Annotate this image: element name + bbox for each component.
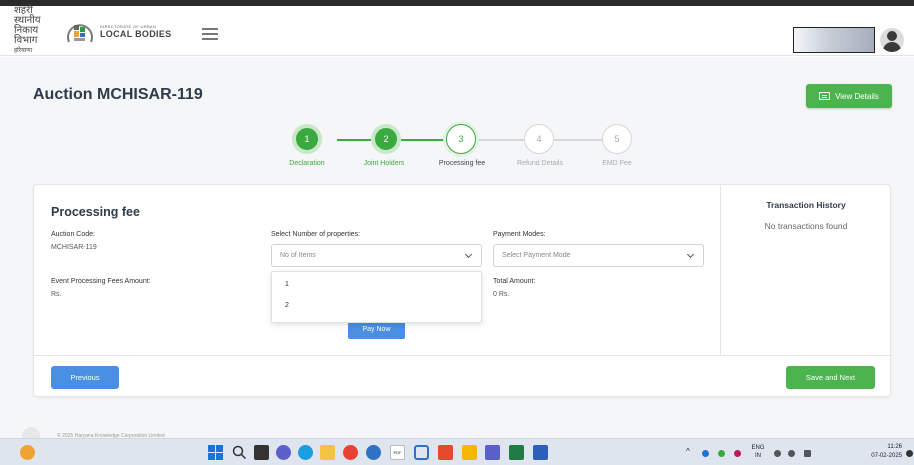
clock[interactable]: 11:26 07-02-2025 <box>858 443 902 461</box>
progress-stepper: 1 2 3 4 5 Declaration Joint Holders Proc… <box>0 124 914 174</box>
view-details-label: View Details <box>835 91 879 101</box>
step-5-label: EMD Fee <box>602 160 632 167</box>
app-tray-icon[interactable] <box>734 450 741 457</box>
step-4-circle[interactable]: 4 <box>524 124 554 154</box>
search-icon[interactable] <box>232 445 247 460</box>
step-2-circle[interactable]: 2 <box>371 124 401 154</box>
divider <box>720 185 721 355</box>
step-connector <box>337 139 371 141</box>
save-and-next-button[interactable]: Save and Next <box>786 366 875 389</box>
chevron-down-icon <box>686 250 695 259</box>
step-1-label: Declaration <box>289 160 325 167</box>
payment-modes-label: Payment Modes: <box>493 231 546 238</box>
view-details-button[interactable]: View Details <box>806 84 892 108</box>
task-view-icon[interactable] <box>254 445 269 460</box>
no-transactions-text: No transactions found <box>764 221 848 231</box>
logo-english-text: DIRECTORATE OF URBAN LOCAL BODIES <box>100 23 172 39</box>
main-content: Auction MCHISAR-119 View Details 1 2 3 4… <box>0 57 914 445</box>
step-2-label: Joint Holders <box>363 160 405 167</box>
battery-icon[interactable] <box>804 450 811 457</box>
chat-icon[interactable] <box>276 445 291 460</box>
app-icon[interactable] <box>438 445 453 460</box>
teams-icon[interactable] <box>485 445 500 460</box>
app-tray-icon[interactable] <box>718 450 725 457</box>
payment-mode-select[interactable]: Select Payment Mode <box>493 244 704 267</box>
step-connector <box>554 139 602 141</box>
word-icon[interactable] <box>533 445 548 460</box>
edge-icon[interactable] <box>298 445 313 460</box>
properties-label: Select Number of properties: <box>271 231 361 238</box>
step-1-circle[interactable]: 1 <box>292 124 322 154</box>
dropdown-option[interactable]: 1 <box>285 281 289 288</box>
step-connector <box>476 139 524 141</box>
event-fee-value: Rs. <box>51 291 62 298</box>
previous-button[interactable]: Previous <box>51 366 119 389</box>
excel-icon[interactable] <box>509 445 524 460</box>
notification-icon[interactable] <box>906 450 913 457</box>
properties-select[interactable]: No of Items <box>271 244 482 267</box>
onedrive-icon[interactable] <box>702 450 709 457</box>
chevron-up-icon[interactable]: ^ <box>686 447 690 456</box>
total-amount-value: 0 Rs. <box>493 291 510 298</box>
ulb-logo[interactable]: शहरी स्थानीय निकाय विभाग हरियाणा DIRECTO… <box>14 6 184 55</box>
volume-icon[interactable] <box>788 450 795 457</box>
user-name-box[interactable] <box>793 27 875 53</box>
transaction-history-title: Transaction History <box>766 200 846 210</box>
menu-icon[interactable] <box>202 28 218 40</box>
chevron-down-icon <box>464 250 473 259</box>
properties-dropdown: 1 2 <box>271 271 482 323</box>
language-indicator[interactable]: ENG IN <box>750 444 766 460</box>
divider <box>34 355 892 356</box>
app-header: शहरी स्थानीय निकाय विभाग हरियाणा DIRECTO… <box>0 6 914 56</box>
weather-icon[interactable] <box>20 445 35 460</box>
logo-hindi-text: शहरी स्थानीय निकाय विभाग हरियाणा <box>14 5 41 55</box>
properties-placeholder: No of Items <box>280 252 316 259</box>
wifi-icon[interactable] <box>774 450 781 457</box>
document-icon <box>819 92 831 100</box>
windows-start-icon[interactable] <box>208 445 223 460</box>
chrome-icon[interactable] <box>343 445 358 460</box>
total-amount-label: Total Amount: <box>493 278 536 285</box>
step-5-circle[interactable]: 5 <box>602 124 632 154</box>
file-explorer-icon[interactable] <box>320 445 335 460</box>
auction-code-value: MCHISAR-119 <box>51 244 97 251</box>
section-title: Processing fee <box>51 205 140 219</box>
app-icon[interactable] <box>366 445 381 460</box>
dropdown-option[interactable]: 2 <box>285 302 289 309</box>
logo-emblem-icon <box>65 16 95 46</box>
step-connector <box>401 139 446 141</box>
app-icon[interactable] <box>462 445 477 460</box>
payment-mode-placeholder: Select Payment Mode <box>502 252 571 259</box>
windows-taskbar: PDF ^ ENG IN 11:26 07-02-2025 <box>0 438 914 465</box>
network-app-icon[interactable] <box>414 445 429 460</box>
step-3-label: Processing fee <box>438 160 486 167</box>
step-3-circle[interactable]: 3 <box>446 124 476 154</box>
pdf-icon-text: PDF <box>393 450 402 455</box>
pdf-reader-icon[interactable]: PDF <box>390 445 405 460</box>
page-title: Auction MCHISAR-119 <box>33 86 203 103</box>
event-fee-label: Event Processing Fees Amount: <box>51 278 151 285</box>
auction-code-label: Auction Code: <box>51 231 95 238</box>
step-4-label: Refund Details <box>517 160 563 167</box>
processing-fee-card: Processing fee Auction Code: MCHISAR-119… <box>33 184 892 397</box>
user-avatar-icon[interactable] <box>880 28 904 52</box>
